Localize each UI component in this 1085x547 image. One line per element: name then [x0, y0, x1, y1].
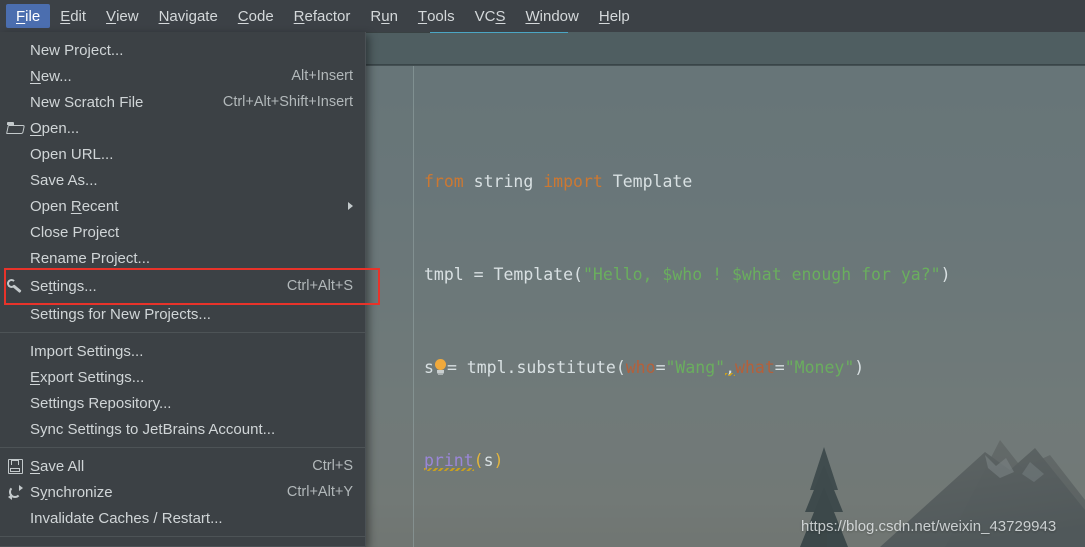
menu-item-label: New...: [30, 67, 72, 85]
menu-item-open[interactable]: Open...: [0, 115, 365, 141]
menu-item-label: Open Recent: [30, 197, 119, 215]
menu-item-new-scratch-file[interactable]: New Scratch File Ctrl+Alt+Shift+Insert: [0, 89, 365, 115]
menu-item-export-settings[interactable]: Export Settings...: [0, 364, 365, 390]
menu-separator: [0, 332, 365, 333]
folder-icon: [0, 121, 30, 135]
menu-separator: [0, 536, 365, 537]
code-line: tmpl = Template("Hello, $who ! $what eno…: [424, 265, 951, 284]
menu-item-settings-for-new-projects[interactable]: Settings for New Projects...: [0, 301, 365, 327]
chevron-right-icon: [348, 202, 353, 210]
menubar-item-vcs[interactable]: VC S: [465, 4, 516, 28]
menu-bar: File Edit View Navigate Code Refactor Ru…: [0, 0, 1085, 32]
menubar-item-tools[interactable]: Tools: [408, 4, 465, 28]
menubar-item-file[interactable]: File: [6, 4, 51, 28]
menu-item-label: Synchronize: [30, 483, 113, 501]
code-line: s = tmpl.substitute(who="Wang",what="Mone…: [424, 358, 865, 377]
menu-item-close-project[interactable]: Close Project: [0, 219, 365, 245]
menu-item-open-url[interactable]: Open URL...: [0, 141, 365, 167]
menubar-item-navigate[interactable]: Navigate: [149, 4, 228, 28]
menubar-item-code[interactable]: Code: [228, 4, 284, 28]
menu-item-settings-repository[interactable]: Settings Repository...: [0, 390, 365, 416]
menubar-item-view[interactable]: View: [96, 4, 149, 28]
menu-item-export-to-html[interactable]: Export to HTML...: [0, 542, 365, 547]
watermark-text: https://blog.csdn.net/weixin_43729943: [801, 518, 1057, 535]
editor-gutter-divider: [413, 66, 414, 547]
ide-window: test ✕ test_list.py ✕ from string import…: [0, 0, 1085, 547]
code-editor-content[interactable]: from string import Template tmpl = Templ…: [424, 104, 951, 538]
file-menu-dropdown: New Project... New... Alt+Insert New Scr…: [0, 32, 366, 547]
sync-icon: [0, 484, 30, 500]
menu-item-label: Open...: [30, 119, 80, 137]
menu-item-label: Save All: [30, 457, 85, 475]
menu-item-save-all[interactable]: Save All Ctrl+S: [0, 453, 365, 479]
menu-item-rename-project[interactable]: Rename Project...: [0, 245, 365, 271]
menubar-item-edit[interactable]: Edit: [50, 4, 96, 28]
menu-item-sync-settings-jetbrains[interactable]: Sync Settings to JetBrains Account...: [0, 416, 365, 442]
menu-item-open-recent[interactable]: Open Recent: [0, 193, 365, 219]
intention-bulb-icon[interactable]: [433, 359, 448, 376]
menubar-item-run[interactable]: Run: [360, 4, 408, 28]
menubar-item-refactor[interactable]: Refactor: [284, 4, 361, 28]
code-line: print(s): [424, 451, 504, 470]
menu-item-new[interactable]: New... Alt+Insert: [0, 63, 365, 89]
menu-item-invalidate-caches-restart[interactable]: Invalidate Caches / Restart...: [0, 505, 365, 531]
menu-item-label: Export Settings...: [30, 368, 145, 386]
menu-item-save-as[interactable]: Save As...: [0, 167, 365, 193]
menu-item-settings[interactable]: Settings... Ctrl+Alt+S: [0, 271, 365, 301]
menu-item-label: Settings...: [30, 277, 97, 295]
wrench-icon: [0, 278, 30, 294]
menubar-item-help[interactable]: Help: [589, 4, 640, 28]
menu-item-import-settings[interactable]: Import Settings...: [0, 338, 365, 364]
menu-item-synchronize[interactable]: Synchronize Ctrl+Alt+Y: [0, 479, 365, 505]
menubar-item-window[interactable]: Window: [515, 4, 588, 28]
menu-separator: [0, 447, 365, 448]
save-icon: [0, 458, 30, 474]
menu-item-new-project[interactable]: New Project...: [0, 37, 365, 63]
code-line: from string import Template: [424, 172, 693, 191]
